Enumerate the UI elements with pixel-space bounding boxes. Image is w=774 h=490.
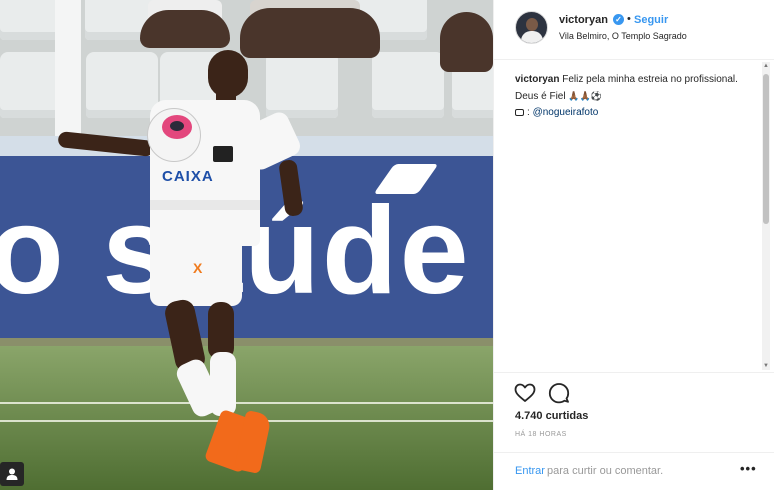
pitch-edge — [0, 338, 493, 346]
username-link[interactable]: victoryan — [559, 14, 608, 26]
football — [147, 108, 201, 162]
comment-button[interactable] — [547, 381, 571, 405]
likes-count[interactable]: 4.740 curtidas — [515, 410, 588, 422]
heart-icon — [514, 383, 536, 402]
avatar-face — [526, 18, 538, 31]
player-head — [208, 50, 248, 98]
stand-pillar — [55, 0, 81, 140]
shirt-sponsor: CAIXA — [162, 168, 214, 185]
separator-dot: • — [627, 13, 631, 25]
caption-username[interactable]: victoryan — [515, 74, 559, 85]
post-photo[interactable]: o saúde CAIXA X — [0, 0, 493, 490]
avatar-body — [521, 31, 543, 43]
post-footer: Entrar para curtir ou comentar. ••• — [494, 452, 774, 490]
club-crest — [213, 146, 233, 162]
kit-maker-mark: X — [193, 260, 203, 276]
pitch-line — [0, 402, 493, 404]
stand-seat — [266, 52, 338, 118]
spectator — [140, 10, 230, 48]
spectator — [440, 12, 493, 72]
spectator — [240, 8, 380, 58]
scroll-up-icon[interactable]: ▲ — [763, 63, 769, 69]
post-sidebar: victoryan ✓ • Seguir Vila Belmiro, O Tem… — [493, 0, 774, 490]
person-icon — [6, 468, 18, 480]
stand-seat — [86, 52, 158, 118]
caption-emojis: 🙏🏾🙏🏾⚽ — [568, 91, 602, 101]
verified-badge-icon: ✓ — [613, 14, 624, 25]
login-prompt-text: para curtir ou comentar. — [547, 465, 664, 477]
post-caption: victoryan Feliz pela minha estreia no pr… — [515, 72, 751, 121]
caption-mention-link[interactable]: @nogueirafoto — [533, 107, 599, 118]
stand-seat — [372, 52, 444, 118]
scroll-down-icon[interactable]: ▼ — [763, 363, 769, 369]
location-link[interactable]: Vila Belmiro, O Templo Sagrado — [559, 31, 687, 41]
camera-icon — [515, 108, 524, 116]
scroll-thumb[interactable] — [763, 74, 769, 224]
login-link[interactable]: Entrar — [515, 465, 545, 477]
avatar[interactable] — [515, 11, 548, 44]
like-button[interactable] — [513, 381, 537, 405]
user-tag-button[interactable] — [0, 462, 24, 486]
follow-button[interactable]: Seguir — [634, 14, 668, 26]
comment-bubble-icon — [548, 383, 570, 404]
shirt-shadow — [150, 200, 260, 210]
player-sock-right — [210, 352, 236, 416]
post-timestamp: HÁ 18 HORAS — [515, 431, 567, 438]
ball-pattern — [170, 121, 184, 131]
post-header: victoryan ✓ • Seguir Vila Belmiro, O Tem… — [494, 0, 774, 60]
comments-scrollbar[interactable]: ▲ ▼ — [762, 62, 770, 370]
more-options-button[interactable]: ••• — [740, 461, 757, 476]
